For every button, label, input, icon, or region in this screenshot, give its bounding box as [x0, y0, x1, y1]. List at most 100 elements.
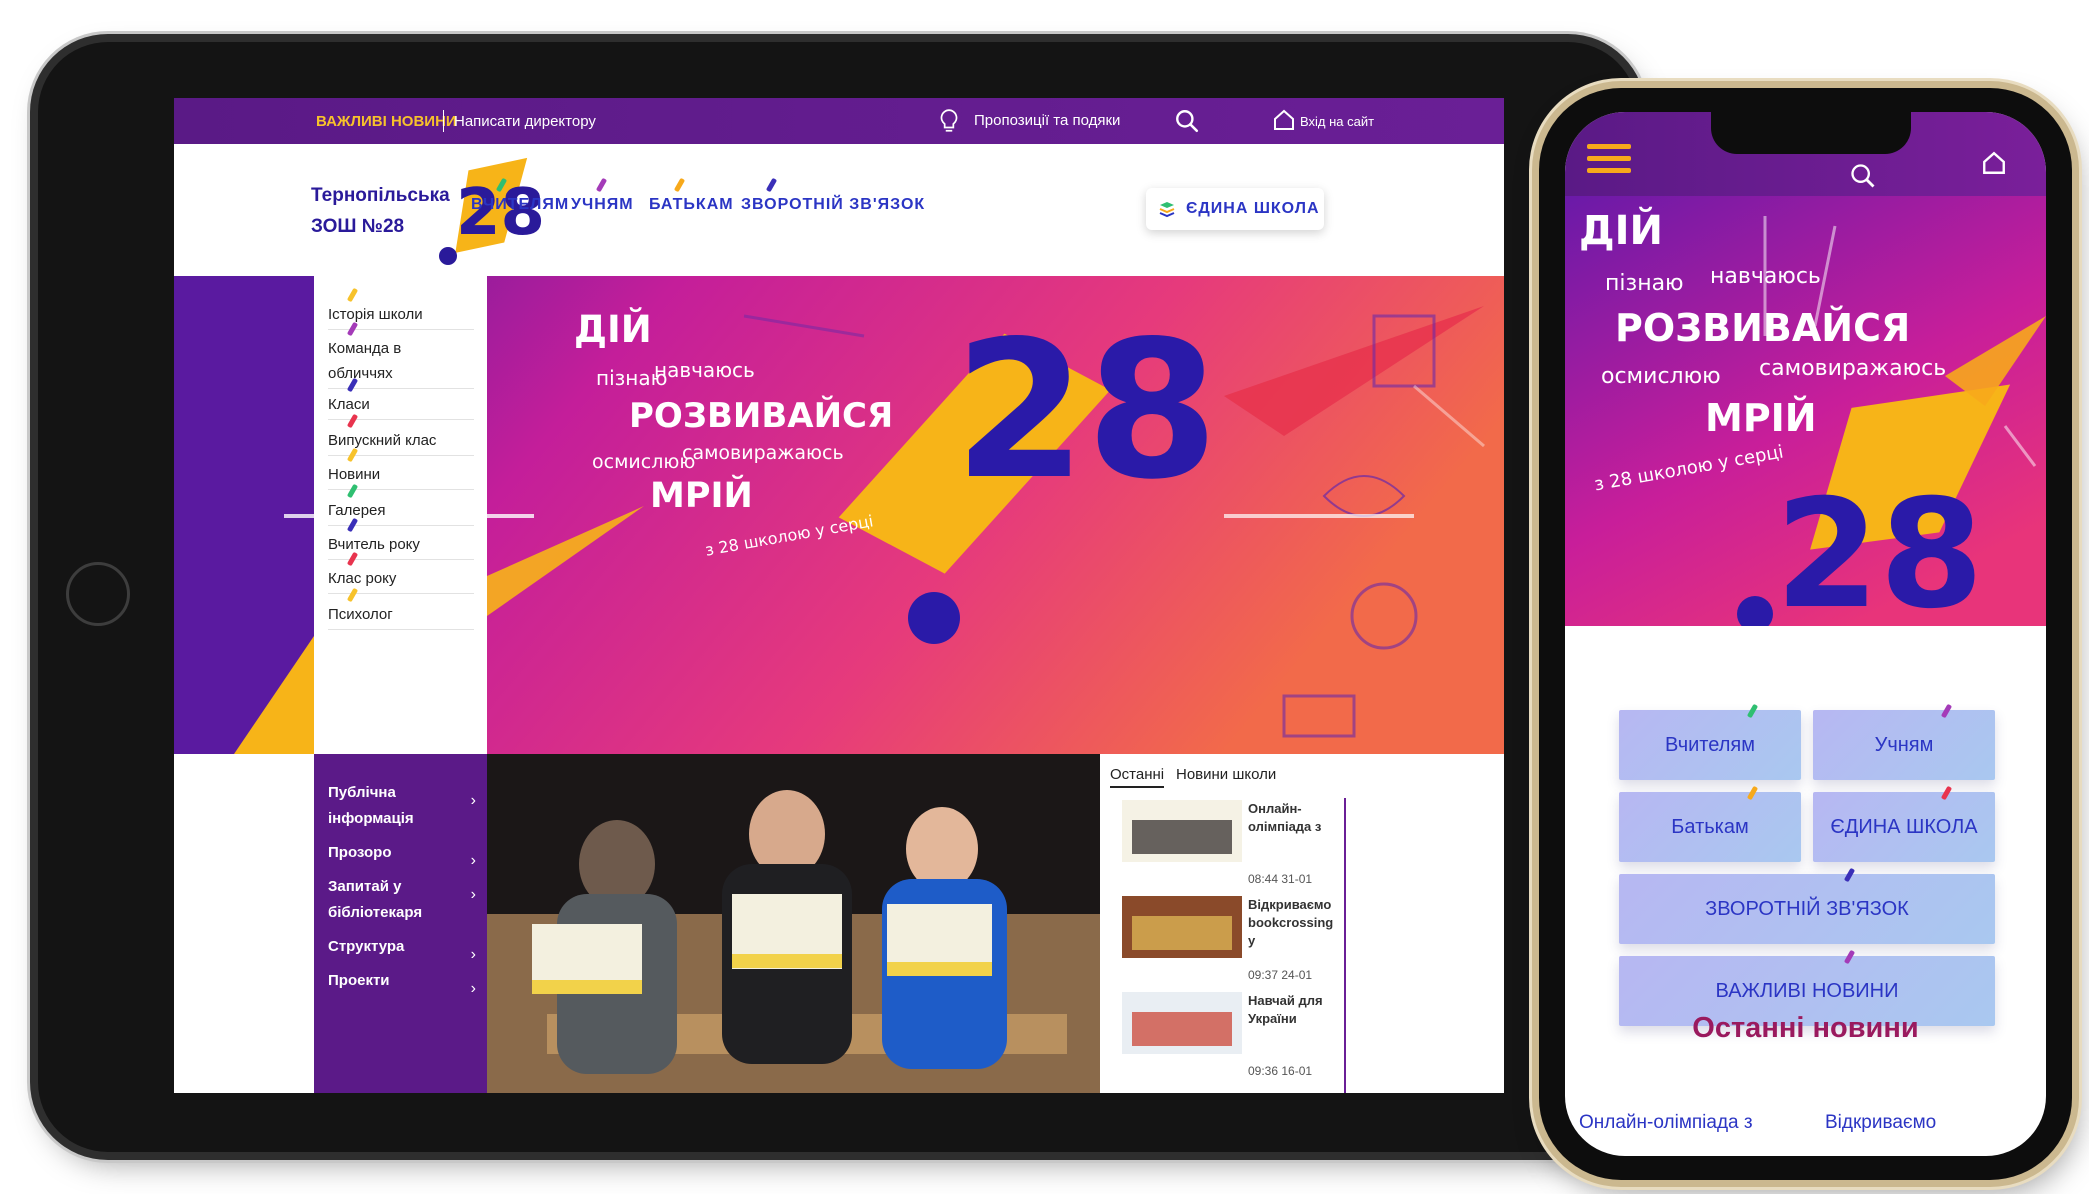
news-preview-2[interactable]: Відкриваємо — [1825, 1112, 1936, 1134]
info-menu-item[interactable]: Структура › — [328, 934, 478, 963]
phone-hero-word-act: ДІЙ — [1579, 208, 1663, 254]
pencil-icon — [1843, 949, 1856, 965]
info-menu-item-label: Публічна — [328, 784, 396, 801]
info-menu-item[interactable]: Публічна інформація › — [328, 780, 478, 832]
side-menu-item[interactable]: Психолог — [328, 587, 474, 630]
info-menu-item[interactable]: Проекти › — [328, 968, 478, 997]
nav-label: ВЧИТЕЛЯМ — [471, 196, 570, 213]
topbar-separator — [443, 110, 444, 132]
phone-tile[interactable]: Учням — [1813, 703, 1995, 780]
chevron-right-icon: › — [470, 886, 476, 903]
info-menu-item-label: інформація — [328, 810, 414, 827]
side-menu-item-label: Клас року — [328, 570, 397, 587]
pencil-icon — [1746, 703, 1759, 719]
news-preview-1[interactable]: Онлайн-олімпіада з — [1579, 1112, 1753, 1134]
phone-tile-label: Учням — [1874, 734, 1934, 756]
phone-tile[interactable]: Вчителям — [1619, 703, 1801, 780]
phone-hero-word-study: навчаюсь — [1710, 264, 1821, 289]
phone-hero-banner: 28 ДІЙ пізнаю навчаюсь РОЗВИВАЙСЯ осмисл… — [1565, 196, 2046, 626]
info-menu-item-label: бібліотекаря — [328, 904, 423, 921]
info-menu-item-label: Проекти — [328, 972, 390, 989]
side-menu-item-label: Випускний клас — [328, 432, 437, 449]
top-bar: ВАЖЛИВІ НОВИНИ Написати директору Пропоз… — [174, 98, 1504, 144]
news-title[interactable]: Онлайн-олімпіада з — [1248, 800, 1344, 836]
pencil-icon — [673, 177, 686, 193]
info-menu-item-label: Структура — [328, 938, 405, 955]
phone-hero-word-develop: РОЗВИВАЙСЯ — [1615, 306, 1911, 350]
news-title[interactable]: Відкриваємо bookcrossing у — [1248, 896, 1344, 950]
side-menu-item[interactable]: Класи — [328, 377, 474, 420]
pencil-icon — [1843, 867, 1856, 883]
chevron-right-icon: › — [470, 792, 476, 809]
phone-hero-word-dream: МРІЙ — [1705, 396, 1817, 440]
phone-notch — [1711, 112, 1911, 154]
phone-tile-label: Вчителям — [1665, 734, 1755, 756]
nav-3[interactable]: БАТЬКАМ — [649, 177, 734, 214]
side-menu-item-label: Вчитель року — [328, 536, 420, 553]
info-menu-item[interactable]: Прозоро › — [328, 840, 478, 869]
side-menu: Історія школи Команда в обличчях Класи Випус… — [314, 276, 487, 754]
search-icon[interactable] — [1174, 108, 1200, 134]
write-director-link[interactable]: Написати директору — [454, 113, 596, 130]
hero-word-dream: МРІЙ — [650, 476, 753, 516]
news-thumbnail[interactable] — [1122, 896, 1242, 958]
home-icon[interactable] — [1981, 150, 2007, 176]
search-icon[interactable] — [1849, 162, 1877, 190]
news-item[interactable]: Навчай для України 09:36 16-01 — [1122, 992, 1342, 1088]
info-menu-item[interactable]: Запитай у бібліотекаря › — [328, 874, 478, 926]
chevron-right-icon: › — [470, 946, 476, 963]
side-menu-item[interactable]: Новини — [328, 447, 474, 490]
side-menu-item[interactable]: Команда в обличчях — [328, 321, 474, 389]
news-title-line: Відкриваємо — [1248, 897, 1332, 912]
news-timestamp: 08:44 31-01 — [1248, 872, 1313, 886]
phone-device: 28 ДІЙ пізнаю навчаюсь РОЗВИВАЙСЯ осмисл… — [1539, 88, 2072, 1180]
tablet-home-button — [66, 562, 130, 626]
nav-1[interactable]: ВЧИТЕЛЯМ — [471, 177, 570, 214]
phone-tile[interactable]: ЄДИНА ШКОЛА — [1813, 785, 1995, 862]
side-menu-item-label: Команда в — [328, 340, 402, 357]
tab-school-news[interactable]: Новини школи — [1176, 766, 1276, 783]
news-thumbnail[interactable] — [1122, 992, 1242, 1054]
latest-news-heading: Останні новини — [1692, 1012, 1919, 1044]
phone-tile-label: ВАЖЛИВІ НОВИНИ — [1715, 980, 1899, 1002]
info-menu-item-label: Прозоро — [328, 844, 392, 861]
phone-tile-label: ЄДИНА ШКОЛА — [1830, 816, 1978, 838]
school-name-line2: ЗОШ №28 — [311, 216, 405, 237]
proposals-link[interactable]: Пропозиції та подяки — [974, 112, 1120, 129]
featured-news-photo[interactable] — [487, 754, 1100, 1093]
hero-word-comprehend: осмислюю — [592, 451, 696, 473]
hero-word-express: самовиражаюсь — [682, 442, 844, 464]
unified-school-button[interactable]: ЄДИНА ШКОЛА — [1146, 188, 1324, 230]
hero-word-act: ДІЙ — [574, 308, 652, 351]
hero-word-develop: РОЗВИВАЙСЯ — [629, 396, 894, 436]
news-item[interactable]: Відкриваємо bookcrossing у 09:37 24-01 — [1122, 896, 1342, 992]
nav-2[interactable]: УЧНЯМ — [571, 177, 634, 214]
lower-section: Публічна інформація › Прозоро › Запитай у бібл… — [174, 754, 1504, 1093]
school-name[interactable]: Тернопільська ЗОШ №28 — [311, 180, 450, 242]
login-link[interactable]: Вхід на сайт — [1300, 114, 1374, 129]
nav-4[interactable]: ЗВОРОТНІЙ ЗВ'ЯЗОК — [741, 177, 925, 214]
phone-hero-word-learn: пізнаю — [1605, 271, 1684, 296]
news-thumbnail[interactable] — [1122, 800, 1242, 862]
info-menu-item-label: Запитай у — [328, 878, 402, 895]
lightbulb-icon[interactable] — [936, 108, 962, 134]
news-title[interactable]: Навчай для України — [1248, 992, 1344, 1028]
tablet-device: ВАЖЛИВІ НОВИНИ Написати директору Пропоз… — [38, 42, 1638, 1152]
school-name-line1: Тернопільська — [311, 185, 450, 206]
side-menu-item[interactable]: Клас року — [328, 551, 474, 594]
hero-word-study: навчаюсь — [654, 358, 755, 382]
unified-school-label: ЄДИНА ШКОЛА — [1186, 200, 1320, 217]
tab-latest[interactable]: Останні — [1110, 766, 1165, 788]
phone-tile[interactable]: Батькам — [1619, 785, 1801, 862]
phone-tile-label: Батькам — [1671, 816, 1749, 838]
news-title-line: олімпіада з — [1248, 819, 1322, 834]
home-icon[interactable] — [1272, 108, 1296, 132]
menu-icon[interactable] — [1587, 144, 1631, 174]
students-photo-illustration — [487, 754, 1100, 1093]
news-item[interactable]: Онлайн-олімпіада з 08:44 31-01 — [1122, 800, 1342, 896]
phone-screen: 28 ДІЙ пізнаю навчаюсь РОЗВИВАЙСЯ осмисл… — [1565, 112, 2046, 1156]
news-panel: Останні Новини школи Онлайн-олімпіада з 0… — [1100, 754, 1346, 1093]
phone-tile[interactable]: ЗВОРОТНІЙ ЗВ'ЯЗОК — [1619, 867, 1995, 944]
news-title-line: України — [1248, 1011, 1297, 1026]
important-news-link[interactable]: ВАЖЛИВІ НОВИНИ — [316, 113, 457, 130]
